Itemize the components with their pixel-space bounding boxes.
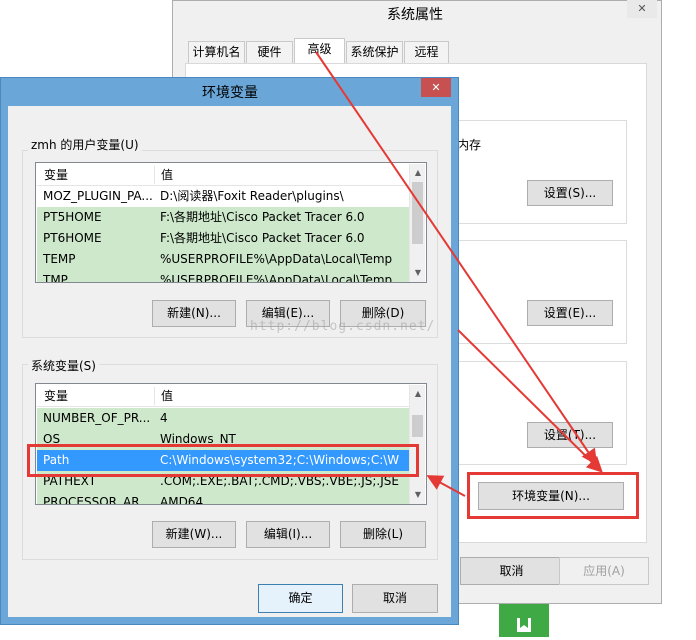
close-icon: ✕ [431,81,441,94]
user-profiles-group [440,240,627,344]
column-divider [154,387,155,405]
row-variable: PT5HOME [43,210,102,224]
system-edit-button[interactable]: 编辑(I)... [246,521,330,548]
row-value: AMD64 [160,495,204,505]
scroll-up-icon[interactable]: ▲ [413,389,423,399]
button-label: 取消 [499,564,524,578]
bookmark-icon [517,618,531,632]
tab-label: 高级 [307,42,332,56]
row-value: %USERPROFILE%\AppData\Local\Temp [160,252,393,266]
table-row[interactable]: MOZ_PLUGIN_PA... D:\阅读器\Foxit Reader\plug… [37,186,409,207]
row-variable: TMP [43,273,68,283]
row-variable: PT6HOME [43,231,102,245]
startup-recovery-group [440,361,627,465]
tab-hardware[interactable]: 硬件 [246,41,293,63]
column-header-value[interactable]: 值 [161,385,173,407]
tab-label: 系统保护 [350,45,399,59]
table-row[interactable]: NUMBER_OF_PR... 4 [37,408,409,429]
row-value: D:\阅读器\Foxit Reader\plugins\ [160,189,344,203]
tab-label: 远程 [414,45,439,59]
button-label: 删除(L) [362,527,404,541]
annotation-box-path-row [27,444,419,477]
system-properties-apply-button[interactable]: 应用(A) [559,557,649,585]
scroll-up-icon[interactable]: ▲ [413,168,423,178]
tab-label: 计算机名 [192,45,241,59]
system-properties-close-button[interactable]: ✕ [627,0,657,18]
user-variables-label: zmh 的用户变量(U) [28,136,142,153]
scrollbar-thumb[interactable] [412,415,423,437]
performance-partial-text: 内存 [457,138,482,152]
scroll-down-icon[interactable]: ▼ [413,490,423,500]
user-variables-list[interactable]: 变量 值 MOZ_PLUGIN_PA... D:\阅读器\Foxit Reader… [35,162,427,283]
user-list-scrollbar[interactable]: ▲ ▼ [409,164,425,282]
scrollbar-thumb[interactable] [412,182,423,244]
user-new-button[interactable]: 新建(N)... [152,300,236,327]
button-label: 删除(D) [361,306,405,320]
startup-recovery-settings-button[interactable]: 设置(T)... [527,422,613,448]
taskbar-tile[interactable] [499,604,549,637]
system-properties-cancel-button[interactable]: 取消 [460,557,563,585]
button-label: 编辑(I)... [263,527,313,541]
button-label: 新建(W)... [165,527,223,541]
tab-label: 硬件 [257,45,282,59]
button-label: 确定 [288,591,313,605]
system-properties-title: 系统属性 [387,7,443,23]
table-row[interactable]: TEMP %USERPROFILE%\AppData\Local\Temp [37,249,409,270]
row-variable: MOZ_PLUGIN_PA... [43,189,153,203]
column-header-variable[interactable]: 变量 [44,164,68,186]
row-variable: NUMBER_OF_PR... [43,411,151,425]
tab-advanced[interactable]: 高级 [294,38,345,64]
environment-variables-close-button[interactable]: ✕ [421,78,451,97]
scroll-down-icon[interactable]: ▼ [413,268,423,278]
column-header-variable[interactable]: 变量 [44,385,68,407]
button-label: 设置(S)... [543,186,597,200]
tab-remote[interactable]: 远程 [404,41,449,63]
row-variable: PROCESSOR_AR... [43,495,151,505]
button-label: 编辑(E)... [261,306,315,320]
environment-cancel-button[interactable]: 取消 [352,584,438,613]
table-row[interactable]: PT6HOME F:\各期地址\Cisco Packet Tracer 6.0 [37,228,409,249]
tab-computer-name[interactable]: 计算机名 [188,41,245,63]
row-value: 4 [160,411,168,425]
watermark-text: http://blog.csdn.net/ [250,319,436,334]
row-value: %USERPROFILE%\AppData\Local\Temp [160,273,393,283]
button-label: 取消 [382,591,407,605]
list-header: 变量 值 [37,385,409,407]
environment-ok-button[interactable]: 确定 [258,584,343,613]
column-header-value[interactable]: 值 [161,164,173,186]
annotation-box-env-button [467,472,639,519]
close-icon: ✕ [637,2,647,15]
system-delete-button[interactable]: 删除(L) [340,521,426,548]
tab-system-protection[interactable]: 系统保护 [346,41,403,63]
column-divider [154,166,155,184]
list-header: 变量 值 [37,164,409,186]
row-value: F:\各期地址\Cisco Packet Tracer 6.0 [160,210,365,224]
table-row[interactable]: PROCESSOR_AR... AMD64 [37,492,409,505]
button-label: 设置(T)... [543,428,597,442]
button-label: 新建(N)... [167,306,221,320]
system-new-button[interactable]: 新建(W)... [152,521,236,548]
user-profiles-settings-button[interactable]: 设置(E)... [527,300,613,326]
system-variables-label: 系统变量(S) [28,357,99,374]
performance-settings-button[interactable]: 设置(S)... [527,180,613,206]
table-row[interactable]: PT5HOME F:\各期地址\Cisco Packet Tracer 6.0 [37,207,409,228]
row-variable: TEMP [43,252,76,266]
row-value: F:\各期地址\Cisco Packet Tracer 6.0 [160,231,365,245]
table-row[interactable]: TMP %USERPROFILE%\AppData\Local\Temp [37,270,409,283]
button-label: 设置(E)... [543,306,597,320]
button-label: 应用(A) [583,564,625,578]
environment-variables-title: 环境变量 [202,85,258,101]
